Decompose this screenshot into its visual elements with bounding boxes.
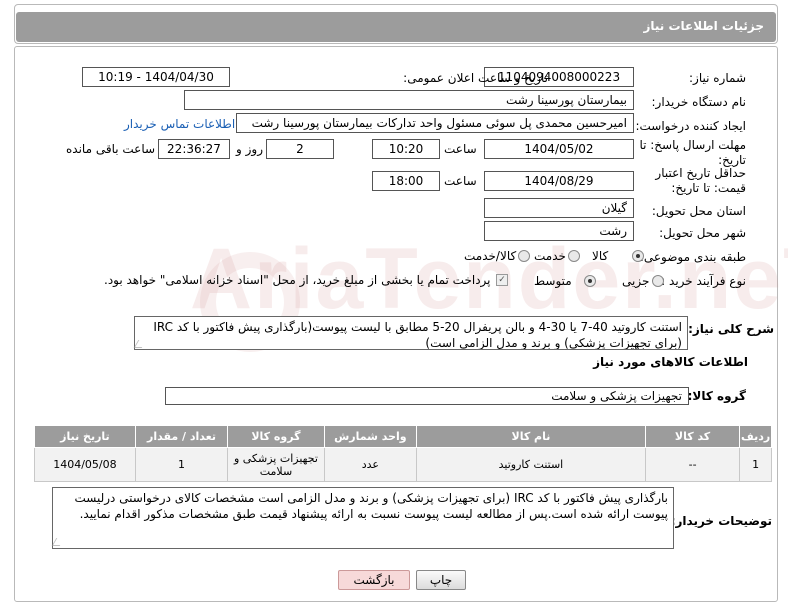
province-label: استان محل تحویل: [651, 204, 746, 218]
col-header-name: نام کالا [416, 425, 646, 448]
city-label: شهر محل تحویل: [659, 226, 746, 240]
buyer-notes-label: توضیحات خریدار: [670, 514, 772, 528]
announce-field: 1404/04/30 - 10:19 [82, 67, 230, 87]
table-header-row: ردیف کد کالا نام کالا واحد شمارش گروه کا… [34, 425, 772, 448]
cell-code: -- [644, 447, 741, 482]
province-field: گیلان [484, 198, 634, 218]
process-radio-minor[interactable] [652, 275, 664, 287]
category-radio-both[interactable] [518, 250, 530, 262]
cell-unit: عدد [323, 447, 418, 482]
buyer-notes-textarea[interactable]: بارگذاری پیش فاکتور با کد IRC (برای تجهی… [52, 487, 674, 549]
creator-field: امیرحسین محمدی پل سوئی مسئول واحد تدارکا… [236, 113, 634, 133]
buyer-org-field: بیمارستان پورسینا رشت [184, 90, 634, 110]
category-option-both: کالا/خدمت [464, 249, 517, 263]
goods-group-field: تجهیزات پزشکی و سلامت [165, 387, 689, 405]
category-radio-goods[interactable] [632, 250, 644, 262]
process-label: نوع فرآیند خرید : [661, 274, 746, 288]
price-validity-label: حداقل تاریخ اعتبار قیمت: تا تاریخ: [655, 166, 746, 195]
treasury-payment-checkbox[interactable]: ✓ [496, 274, 508, 286]
price-time-field: 18:00 [372, 171, 440, 191]
cell-row-num: 1 [739, 447, 772, 482]
process-radio-medium[interactable] [584, 275, 596, 287]
contact-buyer-link[interactable]: اطلاعات تماس خریدار [124, 117, 235, 131]
col-header-date: تاریخ نیاز [34, 425, 136, 448]
announce-label: تاریخ و ساعت اعلان عمومی: [403, 71, 548, 85]
category-label: طبقه بندی موضوعی: [639, 250, 746, 264]
payment-note: پرداخت تمام یا بخشی از مبلغ خرید، از محل… [104, 273, 491, 287]
category-option-service: خدمت [534, 249, 566, 263]
cell-date: 1404/05/08 [34, 447, 136, 482]
price-time-label: ساعت [444, 174, 477, 188]
col-header-row-num: ردیف [739, 425, 772, 448]
price-date-field: 1404/08/29 [484, 171, 634, 191]
page-header: جزئیات اطلاعات نیاز [16, 12, 776, 42]
process-option-medium: متوسط [534, 274, 572, 288]
days-label: روز و [236, 142, 263, 156]
table-row[interactable]: 1 -- استنت کاروتید عدد تجهیزات پزشکی و س… [34, 447, 772, 482]
buyer-org-label: نام دستگاه خریدار: [651, 95, 747, 109]
remaining-time-field: 22:36:27 [158, 139, 230, 159]
reply-time-field: 10:20 [372, 139, 440, 159]
cell-group: تجهیزات پزشکی و سلامت [227, 447, 325, 482]
cell-qty: 1 [134, 447, 229, 482]
goods-section-title: اطلاعات کالاهای مورد نیاز [593, 355, 748, 369]
col-header-code: کد کالا [644, 425, 741, 448]
category-radio-service[interactable] [568, 250, 580, 262]
description-textarea[interactable]: استنت کاروتید 40-7 یا 30-4 و بالن پریفرا… [134, 316, 688, 350]
goods-group-label: گروه کالا: [687, 389, 746, 403]
back-button[interactable]: بازگشت [338, 570, 410, 590]
print-button[interactable]: چاپ [416, 570, 466, 590]
category-option-goods: کالا [592, 249, 609, 263]
goods-table: ردیف کد کالا نام کالا واحد شمارش گروه کا… [34, 425, 772, 482]
reply-date-field: 1404/05/02 [484, 139, 634, 159]
days-field: 2 [266, 139, 334, 159]
need-number-label: شماره نیاز: [689, 71, 746, 85]
col-header-qty: تعداد / مقدار [134, 425, 229, 448]
cell-name: استنت کاروتید [416, 447, 646, 482]
reply-deadline-label: مهلت ارسال پاسخ: تا تاریخ: [639, 138, 746, 167]
description-label: شرح کلی نیاز: [688, 322, 774, 336]
page-title: جزئیات اطلاعات نیاز [643, 19, 764, 33]
remaining-label: ساعت باقی مانده [66, 142, 156, 156]
process-option-minor: جزیی [622, 274, 650, 288]
col-header-group: گروه کالا [227, 425, 325, 448]
city-field: رشت [484, 221, 634, 241]
col-header-unit: واحد شمارش [323, 425, 418, 448]
reply-time-label: ساعت [444, 142, 477, 156]
creator-label: ایجاد کننده درخواست: [635, 119, 746, 133]
